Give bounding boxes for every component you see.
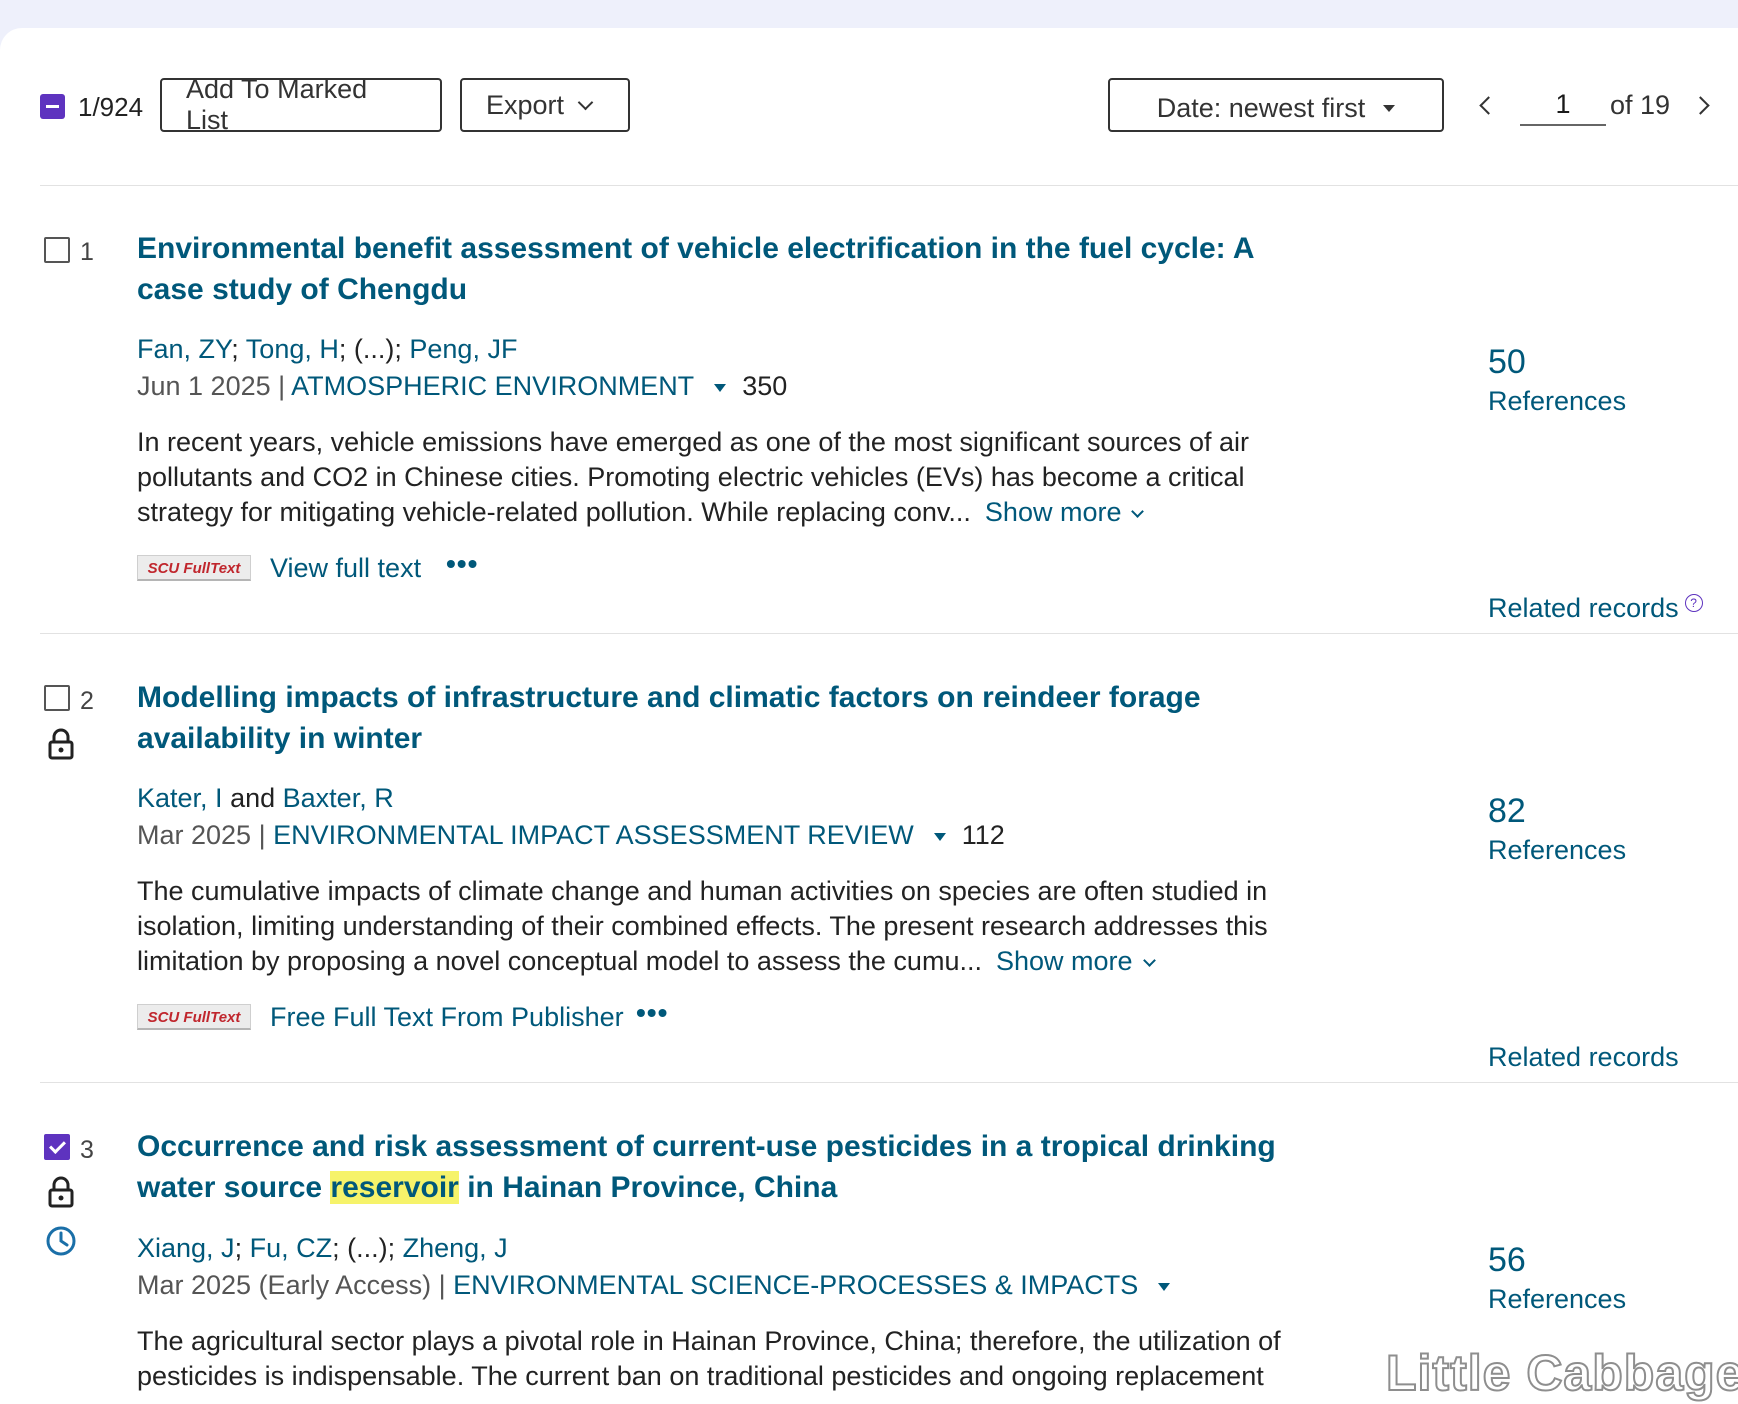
export-button[interactable]: Export: [460, 78, 630, 132]
record-checkbox[interactable]: [44, 1134, 70, 1160]
publication-date: Mar 2025 (Early Access): [137, 1270, 432, 1300]
record-checkbox[interactable]: [44, 237, 70, 263]
publication-date: Jun 1 2025: [137, 371, 271, 401]
record-abstract: The agricultural sector plays a pivotal …: [137, 1324, 1297, 1394]
caret-down-icon: [1383, 104, 1396, 112]
more-options-icon[interactable]: •••: [446, 548, 478, 580]
record-checkbox[interactable]: [44, 685, 70, 711]
journal-dropdown-icon[interactable]: [714, 384, 727, 392]
record-meta: Mar 2025 | ENVIRONMENTAL IMPACT ASSESSME…: [137, 820, 1005, 850]
record-title[interactable]: Modelling impacts of infrastructure and …: [137, 677, 1287, 759]
journal-link[interactable]: ATMOSPHERIC ENVIRONMENT: [291, 371, 694, 401]
title-highlight: reservoir: [330, 1171, 459, 1204]
page-total: of 19: [1610, 90, 1671, 120]
author-link[interactable]: Baxter, R: [283, 783, 394, 813]
show-more-label: Show more: [984, 497, 1122, 527]
author-link[interactable]: Fan, ZY: [137, 334, 231, 364]
record-authors: Xiang, J; Fu, CZ; (...); Zheng, J: [137, 1233, 508, 1263]
abstract-ellipsis: ...: [959, 946, 982, 976]
select-all-checkbox[interactable]: [40, 94, 65, 119]
page-number-input[interactable]: 1: [1520, 84, 1606, 126]
journal-link[interactable]: ENVIRONMENTAL SCIENCE-PROCESSES & IMPACT…: [453, 1270, 1138, 1300]
record-number: 2: [80, 687, 94, 715]
author-link[interactable]: Xiang, J: [137, 1233, 235, 1263]
author-separator: ;: [338, 334, 354, 364]
related-records-label: Related records: [1488, 593, 1679, 623]
chevron-down-icon: [577, 94, 594, 110]
author-link[interactable]: Zheng, J: [403, 1233, 508, 1263]
record-number: 1: [80, 238, 94, 266]
author-separator: ;: [231, 334, 246, 364]
results-toolbar: 1/924 Add To Marked List Export Date: ne…: [40, 74, 1738, 140]
divider: [40, 633, 1738, 634]
authors-ellipsis[interactable]: (...): [354, 334, 395, 364]
results-panel: 1/924 Add To Marked List Export Date: ne…: [0, 28, 1738, 1404]
show-more-link[interactable]: Show more: [995, 946, 1156, 976]
related-records-link[interactable]: Related records?: [1488, 593, 1703, 624]
record-number: 3: [80, 1136, 94, 1164]
record-meta: Jun 1 2025 | ATMOSPHERIC ENVIRONMENT 350: [137, 371, 788, 401]
more-options-icon[interactable]: •••: [636, 997, 668, 1029]
clock-icon: [46, 1226, 76, 1256]
author-link[interactable]: Fu, CZ: [250, 1233, 333, 1263]
record-title[interactable]: Occurrence and risk assessment of curren…: [137, 1126, 1287, 1208]
journal-dropdown-icon[interactable]: [1158, 1283, 1171, 1291]
divider: [40, 185, 1738, 186]
references-count[interactable]: 56: [1488, 1241, 1526, 1280]
show-more-link[interactable]: Show more: [984, 497, 1145, 527]
author-link[interactable]: Peng, JF: [409, 334, 517, 364]
abstract-ellipsis: ...: [948, 497, 971, 527]
lock-icon: [48, 728, 74, 760]
chevron-down-icon: [1142, 954, 1156, 967]
related-records-link[interactable]: Related records: [1488, 1042, 1679, 1073]
record-meta: Mar 2025 (Early Access) | ENVIRONMENTAL …: [137, 1270, 1186, 1301]
references-label[interactable]: References: [1488, 1284, 1626, 1315]
journal-dropdown-icon[interactable]: [933, 833, 946, 841]
watermark: Little Cabbage: [1385, 1344, 1738, 1402]
sort-label: Date: newest first: [1156, 92, 1366, 123]
volume: 112: [961, 820, 1005, 850]
chevron-left-icon: [1479, 96, 1498, 115]
chevron-down-icon: [1131, 505, 1145, 518]
record-authors: Fan, ZY; Tong, H; (...); Peng, JF: [137, 334, 517, 365]
view-full-text-link[interactable]: View full text: [270, 553, 421, 584]
volume: 350: [742, 371, 788, 401]
authors-and: and: [230, 783, 276, 813]
abstract-text: The agricultural sector plays a pivotal …: [137, 1326, 1281, 1391]
export-label: Export: [486, 89, 565, 120]
title-text: in Hainan Province, China: [458, 1171, 838, 1204]
references-label[interactable]: References: [1488, 386, 1626, 417]
divider: [40, 1082, 1738, 1083]
author-separator: ;: [394, 334, 410, 364]
scu-fulltext-badge[interactable]: SCU FullText: [137, 555, 251, 581]
lock-icon: [48, 1176, 74, 1208]
chevron-right-icon: [1691, 96, 1710, 115]
selected-count: 1/924: [78, 92, 144, 122]
record-abstract: The cumulative impacts of climate change…: [137, 874, 1297, 979]
show-more-label: Show more: [995, 946, 1133, 976]
references-count[interactable]: 82: [1488, 792, 1526, 831]
record-authors: Kater, I and Baxter, R: [137, 783, 394, 814]
publication-date: Mar 2025: [137, 820, 252, 850]
record-abstract: In recent years, vehicle emissions have …: [137, 425, 1297, 530]
help-icon[interactable]: ?: [1684, 594, 1703, 612]
free-full-text-link[interactable]: Free Full Text From Publisher: [270, 1002, 624, 1033]
add-to-marked-list-button[interactable]: Add To Marked List: [160, 74, 442, 135]
scu-fulltext-badge[interactable]: SCU FullText: [137, 1004, 251, 1030]
next-page-button[interactable]: [1690, 90, 1720, 120]
author-link[interactable]: Tong, H: [246, 334, 339, 364]
sort-dropdown[interactable]: Date: newest first: [1108, 78, 1444, 132]
author-link[interactable]: Kater, I: [137, 783, 223, 813]
references-count[interactable]: 50: [1488, 343, 1526, 382]
authors-ellipsis[interactable]: (...): [347, 1233, 388, 1263]
journal-link[interactable]: ENVIRONMENTAL IMPACT ASSESSMENT REVIEW: [273, 820, 914, 850]
previous-page-button[interactable]: [1472, 90, 1502, 120]
add-to-marked-list-label: Add To Marked List: [186, 74, 368, 135]
references-label[interactable]: References: [1488, 835, 1626, 866]
record-title[interactable]: Environmental benefit assessment of vehi…: [137, 228, 1287, 310]
